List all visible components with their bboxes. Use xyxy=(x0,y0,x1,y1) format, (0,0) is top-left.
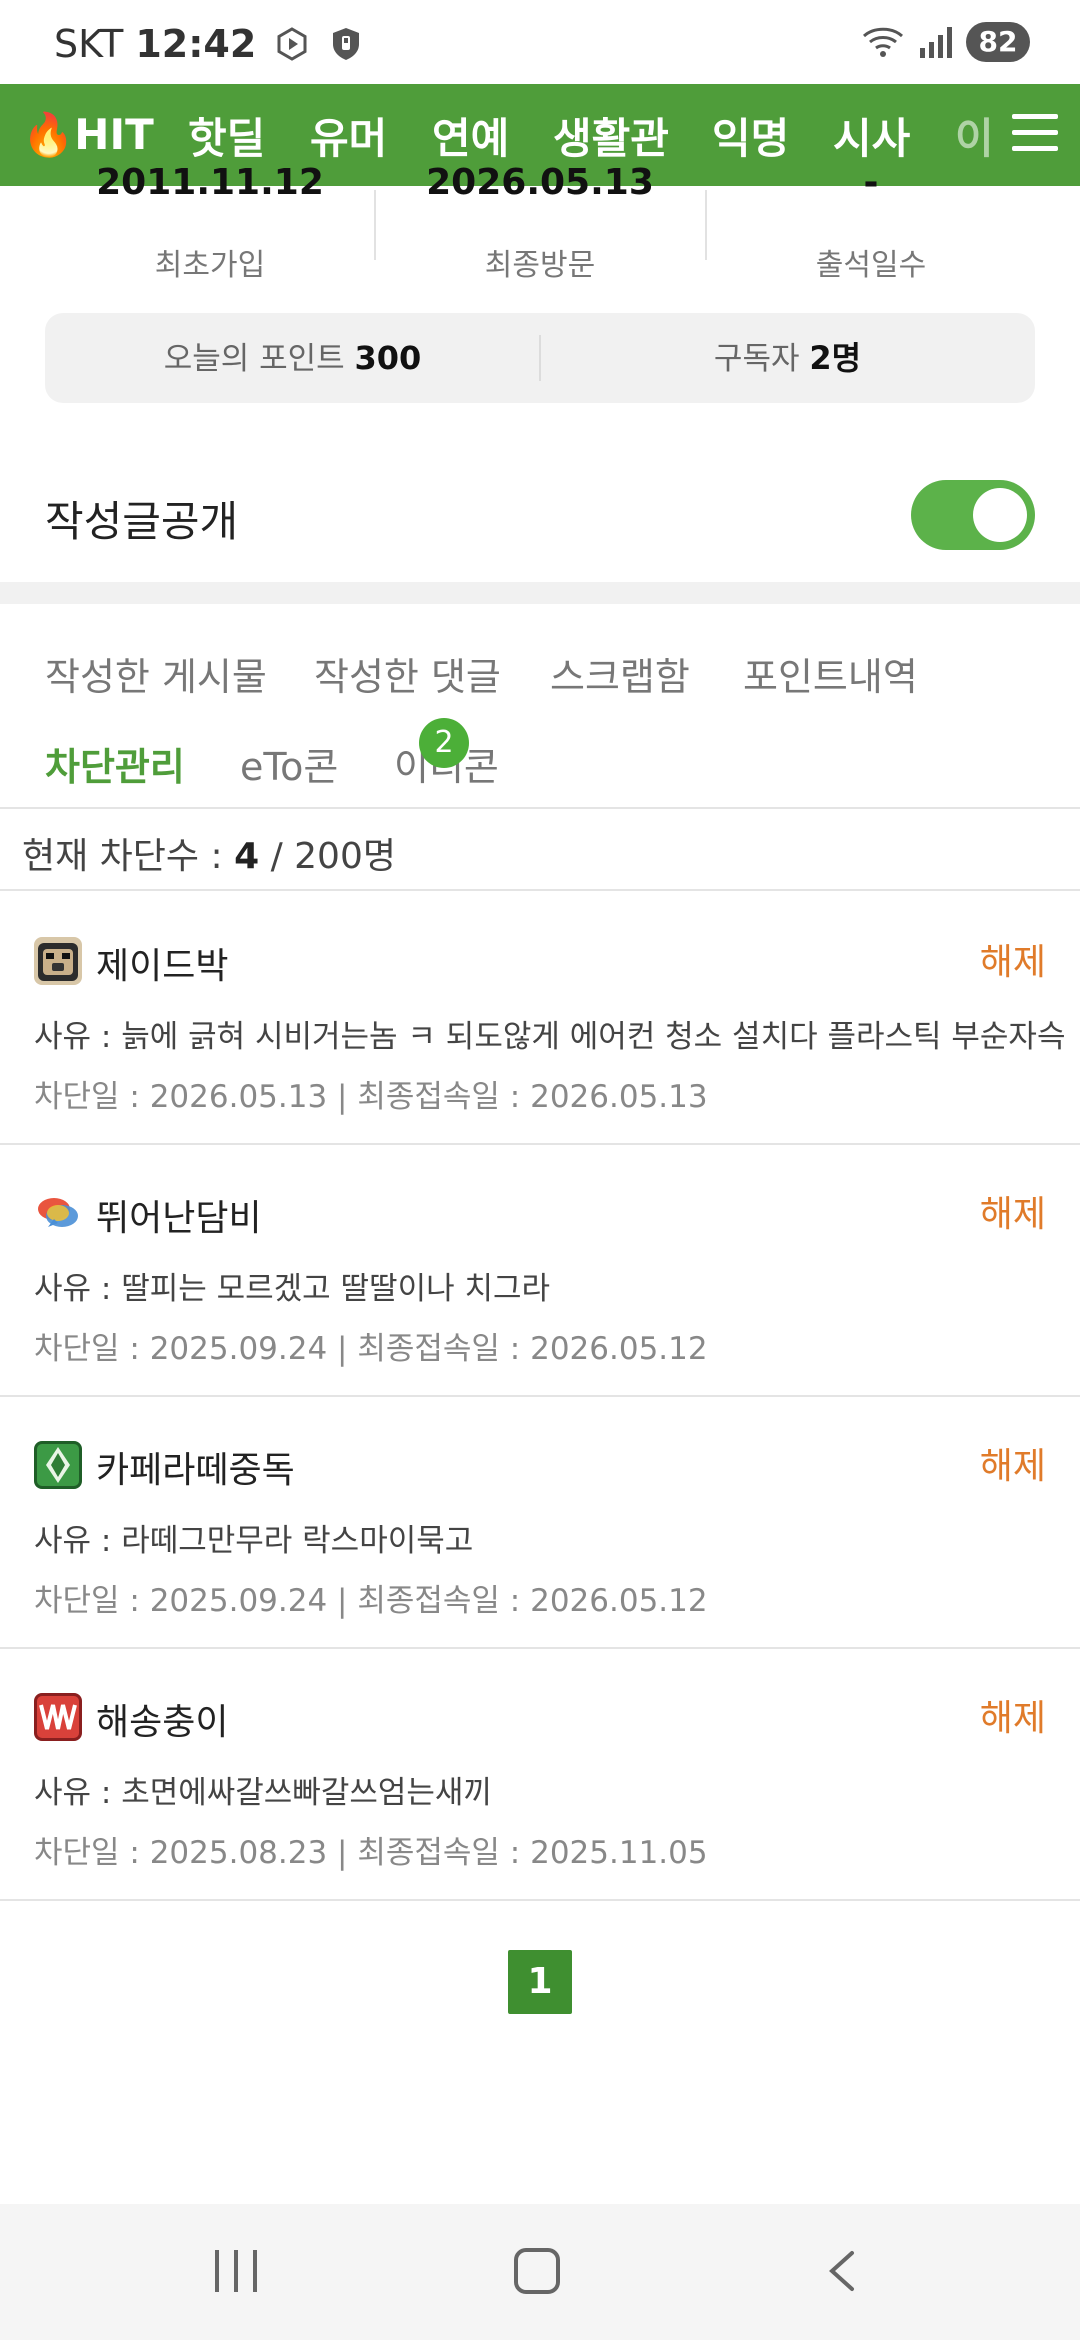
block-dates: 차단일 : 2025.09.24 | 최종접속일 : 2026.05.12 xyxy=(34,1583,708,1619)
pug-icon xyxy=(34,937,82,985)
media-play-icon xyxy=(277,27,307,61)
tab-eto-con[interactable]: eTo콘 xyxy=(240,736,338,791)
blocked-user-name[interactable]: 카페라떼중독 xyxy=(96,1441,295,1493)
wifi-icon xyxy=(862,27,904,57)
nav-item-current-affairs[interactable]: 시사 xyxy=(833,105,910,166)
clock: 12:42 xyxy=(135,22,257,66)
unblock-button[interactable]: 해제 xyxy=(980,1185,1046,1237)
blocked-user-name[interactable]: 제이드박 xyxy=(96,937,228,989)
system-nav-bar xyxy=(0,2204,1080,2340)
block-count-suffix: / 200명 xyxy=(259,836,396,877)
tab-my-comments[interactable]: 작성한 댓글 xyxy=(314,646,501,701)
pagination-page-1[interactable]: 1 xyxy=(508,1950,572,2014)
stat-value: 2011.11.12 xyxy=(96,162,324,203)
signal-icon xyxy=(920,27,952,58)
stat-value: 2026.05.13 xyxy=(426,162,654,203)
carrier-label: SKT xyxy=(54,22,124,66)
notification-badge: 2 xyxy=(419,718,469,768)
nav-item-hit[interactable]: 🔥HIT xyxy=(22,110,154,160)
nav-item-entertainment[interactable]: 연예 xyxy=(432,105,509,166)
public-posts-setting: 작성글공개 xyxy=(0,440,1080,580)
block-reason: 사유 : 초면에싸갈쓰빠갈쓰엄는새끼 xyxy=(34,1775,492,1811)
block-count: 현재 차단수 : 4 / 200명 xyxy=(22,827,396,879)
green-diamond-icon xyxy=(34,1441,82,1489)
section-divider xyxy=(0,582,1080,604)
block-count-row: 현재 차단수 : 4 / 200명 xyxy=(0,809,1080,891)
blocked-user-item: 제이드박 해제 사유 : 늙에 긁혀 시비거는놈 ㅋ 되도않게 에어컨 청소 설… xyxy=(0,893,1080,1145)
blocked-user-name[interactable]: 해송충이 xyxy=(96,1693,228,1745)
today-points: 오늘의 포인트 300 xyxy=(45,313,540,403)
blocked-user-item: 해송충이 해제 사유 : 초면에싸갈쓰빠갈쓰엄는새끼 차단일 : 2025.08… xyxy=(0,1649,1080,1901)
today-points-label: 오늘의 포인트 xyxy=(163,341,355,377)
unblock-button[interactable]: 해제 xyxy=(980,1437,1046,1489)
subscribers-value: 2명 xyxy=(809,339,862,377)
block-reason: 사유 : 딸피는 모르겠고 딸딸이나 치그라 xyxy=(34,1271,551,1307)
tab-my-posts[interactable]: 작성한 게시물 xyxy=(45,646,267,701)
block-reason: 사유 : 라떼그만무라 락스마이묵고 xyxy=(34,1523,474,1559)
block-count-prefix: 현재 차단수 : xyxy=(22,836,235,877)
speech-bubbles-icon xyxy=(34,1189,82,1237)
tab-point-history[interactable]: 포인트내역 xyxy=(743,646,918,701)
stat-label: 최종방문 xyxy=(484,248,596,283)
stat-label: 출석일수 xyxy=(815,248,927,283)
block-dates: 차단일 : 2025.08.23 | 최종접속일 : 2025.11.05 xyxy=(34,1835,708,1871)
unblock-button[interactable]: 해제 xyxy=(980,1689,1046,1741)
block-count-current: 4 xyxy=(234,836,260,877)
points-summary: 오늘의 포인트 300 구독자 2명 xyxy=(45,313,1035,403)
red-spikes-icon xyxy=(34,1693,82,1741)
public-posts-label: 작성글공개 xyxy=(45,497,239,546)
stat-label: 최초가입 xyxy=(154,248,266,283)
nav-item-living[interactable]: 생활관 xyxy=(553,105,669,166)
today-points-value: 300 xyxy=(354,339,422,377)
status-bar: SKT 12:42 82 xyxy=(0,0,1080,84)
tab-scraps[interactable]: 스크랩함 xyxy=(550,646,690,701)
toggle-knob xyxy=(973,488,1027,542)
nav-item-humor[interactable]: 유머 xyxy=(310,105,387,166)
nav-item-anonymous[interactable]: 익명 xyxy=(712,105,789,166)
nav-item-more[interactable]: 이 xyxy=(955,105,994,166)
shield-icon xyxy=(333,28,360,60)
profile-stats: 2011.11.12 최초가입 2026.05.13 최종방문 - 출석일수 xyxy=(0,162,1080,286)
stat-value: - xyxy=(863,162,879,203)
blocked-user-item: 카페라떼중독 해제 사유 : 라떼그만무라 락스마이묵고 차단일 : 2025.… xyxy=(0,1397,1080,1649)
recent-apps-icon[interactable] xyxy=(215,2250,259,2292)
subscribers-label: 구독자 xyxy=(713,341,810,377)
battery-indicator: 82 xyxy=(966,22,1030,62)
home-icon[interactable] xyxy=(514,2248,560,2294)
block-dates: 차단일 : 2026.05.13 | 최종접속일 : 2026.05.13 xyxy=(34,1079,708,1115)
unblock-button[interactable]: 해제 xyxy=(980,933,1046,985)
mypage-tabs: 작성한 게시물 작성한 댓글 스크랩함 포인트내역 차단관리 eTo콘 이티콘 … xyxy=(0,604,1080,809)
block-reason: 사유 : 늙에 긁혀 시비거는놈 ㅋ 되도않게 에어컨 청소 설치다 플라스틱 … xyxy=(34,1019,1066,1055)
back-icon[interactable] xyxy=(826,2250,856,2292)
tab-block-management[interactable]: 차단관리 xyxy=(45,736,185,791)
nav-item-hotdeal[interactable]: 핫딜 xyxy=(188,105,265,166)
block-dates: 차단일 : 2025.09.24 | 최종접속일 : 2026.05.12 xyxy=(34,1331,708,1367)
blocked-user-name[interactable]: 뛰어난담비 xyxy=(96,1189,262,1241)
blocked-user-item: 뛰어난담비 해제 사유 : 딸피는 모르겠고 딸딸이나 치그라 차단일 : 20… xyxy=(0,1145,1080,1397)
subscribers[interactable]: 구독자 2명 xyxy=(540,313,1035,403)
public-posts-toggle[interactable] xyxy=(911,480,1035,550)
hamburger-menu-icon[interactable] xyxy=(1012,114,1058,154)
